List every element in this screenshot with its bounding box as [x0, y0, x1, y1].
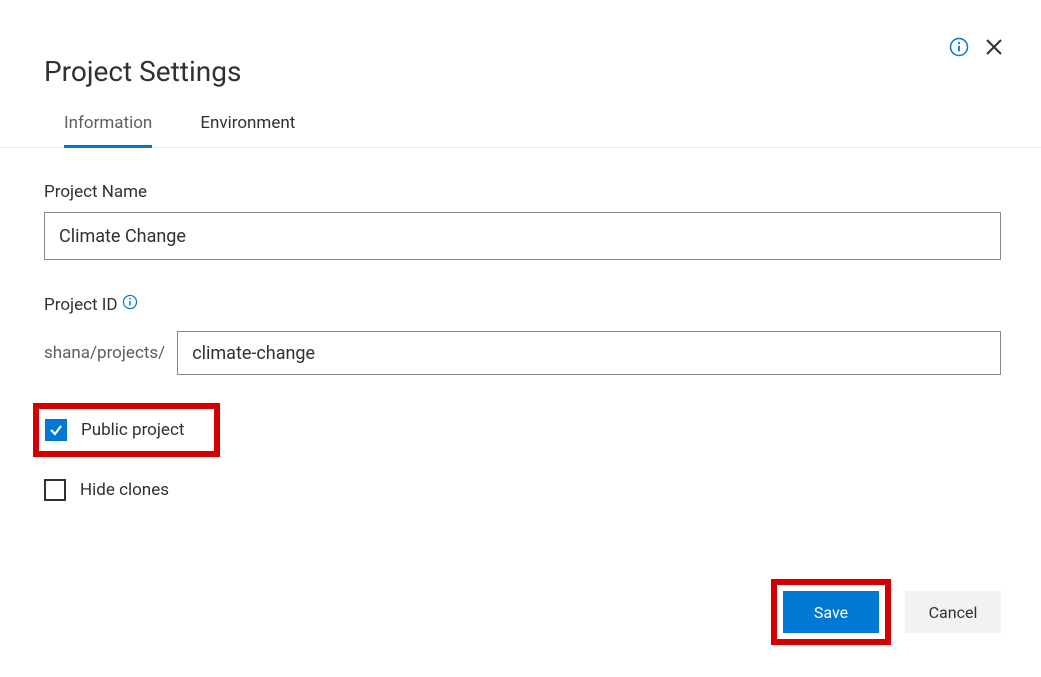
cancel-button[interactable]: Cancel [905, 591, 1001, 633]
hide-clones-checkbox[interactable] [44, 479, 66, 501]
dialog-top-icons [949, 36, 1005, 58]
close-icon[interactable] [983, 36, 1005, 58]
project-id-label-text: Project ID [44, 295, 118, 315]
tab-environment[interactable]: Environment [200, 113, 295, 148]
tabs: Information Environment [44, 113, 1001, 148]
public-project-checkbox[interactable] [45, 419, 67, 441]
form-area: Project Name Project ID shana/projects/ [44, 148, 1001, 501]
info-icon[interactable] [949, 37, 969, 57]
project-settings-dialog: Project Settings Information Environment… [0, 0, 1041, 677]
dialog-buttons: Save Cancel [771, 579, 1001, 645]
info-icon[interactable] [122, 294, 138, 315]
save-button[interactable]: Save [783, 591, 879, 633]
project-name-field: Project Name [44, 182, 1001, 260]
project-id-prefix: shana/projects/ [44, 343, 165, 363]
project-name-label: Project Name [44, 182, 147, 202]
project-name-input[interactable] [44, 212, 1001, 260]
tab-information[interactable]: Information [64, 113, 152, 148]
highlight-public-project: Public project [33, 403, 220, 457]
hide-clones-row: Hide clones [44, 479, 1001, 501]
project-id-input[interactable] [177, 331, 1001, 375]
project-id-field: Project ID shana/projects/ [44, 294, 1001, 375]
page-title: Project Settings [44, 55, 1001, 88]
hide-clones-label[interactable]: Hide clones [80, 480, 169, 500]
public-project-label[interactable]: Public project [81, 420, 184, 440]
project-id-label: Project ID [44, 294, 138, 315]
highlight-save-button: Save [771, 579, 891, 645]
